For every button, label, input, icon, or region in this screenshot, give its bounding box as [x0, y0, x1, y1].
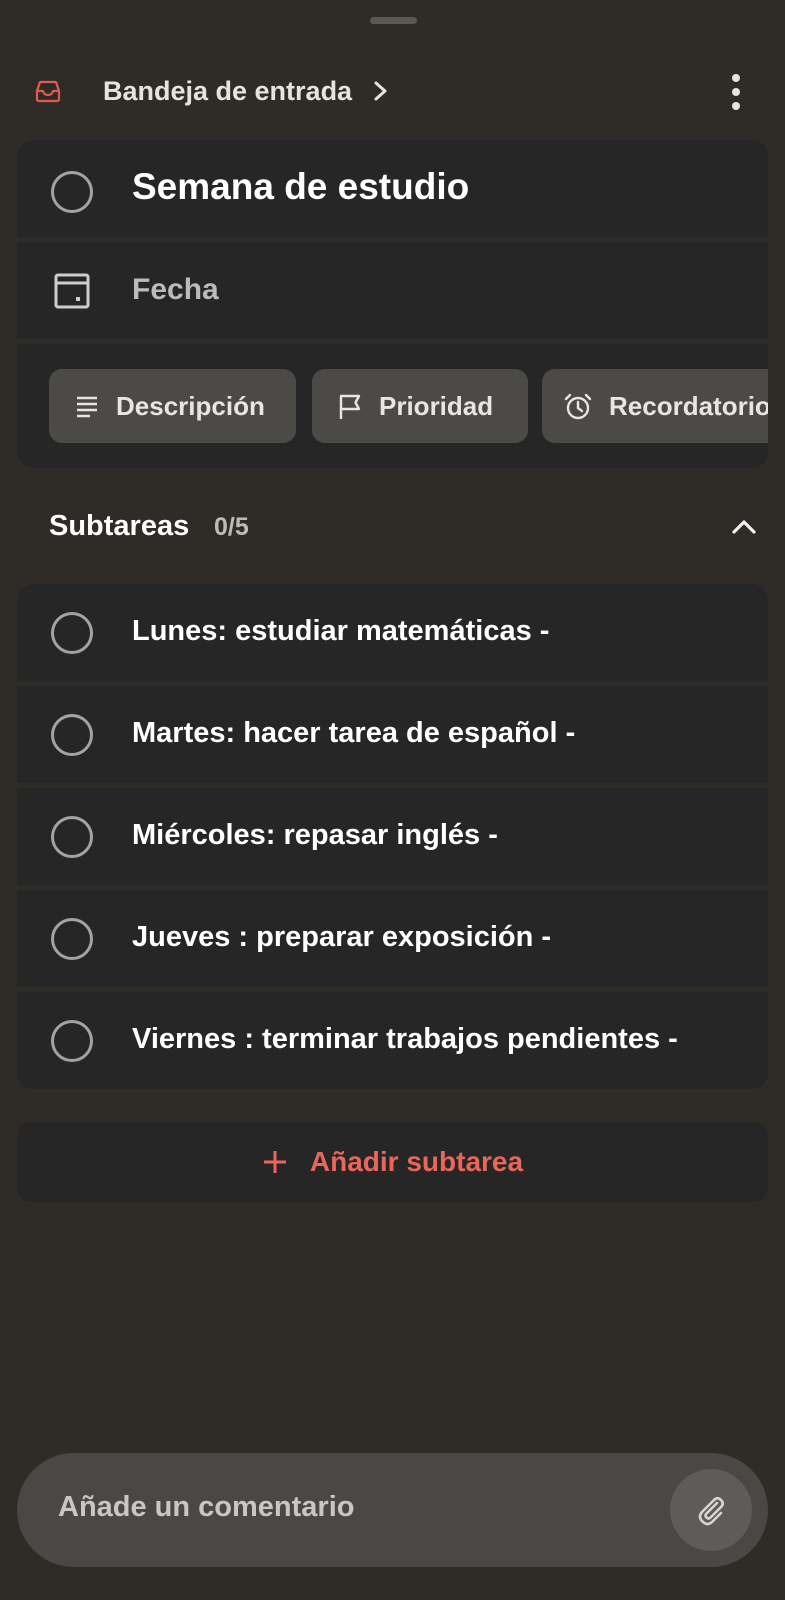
- chevron-up-icon[interactable]: [729, 512, 759, 542]
- comment-placeholder: Añade un comentario: [58, 1491, 355, 1523]
- subtask-text: Martes: hacer tarea de español -: [132, 717, 576, 749]
- priority-button[interactable]: Prioridad: [312, 369, 528, 443]
- subtask-checkbox[interactable]: [51, 816, 93, 858]
- subtask-checkbox[interactable]: [51, 918, 93, 960]
- task-title-card: Semana de estudio: [17, 140, 768, 237]
- add-subtask-content: Añadir subtarea: [17, 1122, 768, 1202]
- subtasks-header[interactable]: Subtareas 0/5: [49, 508, 759, 548]
- description-label: Descripción: [116, 391, 265, 421]
- subtask-text: Lunes: estudiar matemáticas -: [132, 615, 550, 647]
- subtask-item[interactable]: Jueves : preparar exposición -: [17, 890, 768, 987]
- task-date-row[interactable]: Fecha: [17, 242, 768, 339]
- reminders-label: Recordatorios: [609, 391, 768, 421]
- subtask-item[interactable]: Miércoles: repasar inglés -: [17, 788, 768, 885]
- task-actions-card: Descripción Prioridad Recordatorios: [17, 344, 768, 468]
- header: Bandeja de entrada: [0, 62, 785, 122]
- subtask-checkbox[interactable]: [51, 1020, 93, 1062]
- subtask-item[interactable]: Lunes: estudiar matemáticas -: [17, 584, 768, 681]
- chevron-right-icon[interactable]: [370, 79, 392, 103]
- alarm-clock-icon: [564, 393, 592, 420]
- add-subtask-label: Añadir subtarea: [309, 1146, 524, 1177]
- attach-button[interactable]: [670, 1469, 752, 1551]
- subtask-text: Miércoles: repasar inglés -: [132, 819, 498, 851]
- breadcrumb[interactable]: Bandeja de entrada: [103, 75, 352, 107]
- subtask-list: Lunes: estudiar matemáticas - Martes: ha…: [17, 584, 768, 1089]
- subtask-checkbox[interactable]: [51, 612, 93, 654]
- comment-input[interactable]: Añade un comentario: [17, 1453, 768, 1567]
- more-vertical-icon[interactable]: [722, 73, 750, 111]
- plus-icon: [263, 1151, 286, 1173]
- subtasks-label: Subtareas: [49, 510, 190, 542]
- add-subtask-button[interactable]: Añadir subtarea: [17, 1122, 768, 1202]
- description-button[interactable]: Descripción: [49, 369, 296, 443]
- inbox-icon: [35, 80, 61, 103]
- drag-handle[interactable]: [370, 17, 417, 24]
- subtask-item[interactable]: Martes: hacer tarea de español -: [17, 686, 768, 783]
- calendar-icon: [54, 273, 90, 309]
- reminders-button[interactable]: Recordatorios: [542, 369, 768, 443]
- priority-label: Prioridad: [379, 391, 494, 421]
- description-icon: [77, 396, 97, 418]
- subtask-item[interactable]: Viernes : terminar trabajos pendientes -: [17, 992, 768, 1089]
- subtask-checkbox[interactable]: [51, 714, 93, 756]
- flag-icon: [339, 394, 361, 419]
- task-complete-checkbox[interactable]: [51, 171, 93, 213]
- paperclip-icon: [698, 1496, 725, 1526]
- task-title[interactable]: Semana de estudio: [132, 166, 469, 208]
- subtask-text: Viernes : terminar trabajos pendientes -: [132, 1023, 678, 1055]
- subtask-text: Jueves : preparar exposición -: [132, 921, 552, 953]
- date-label: Fecha: [132, 273, 219, 306]
- subtasks-count: 0/5: [214, 513, 249, 541]
